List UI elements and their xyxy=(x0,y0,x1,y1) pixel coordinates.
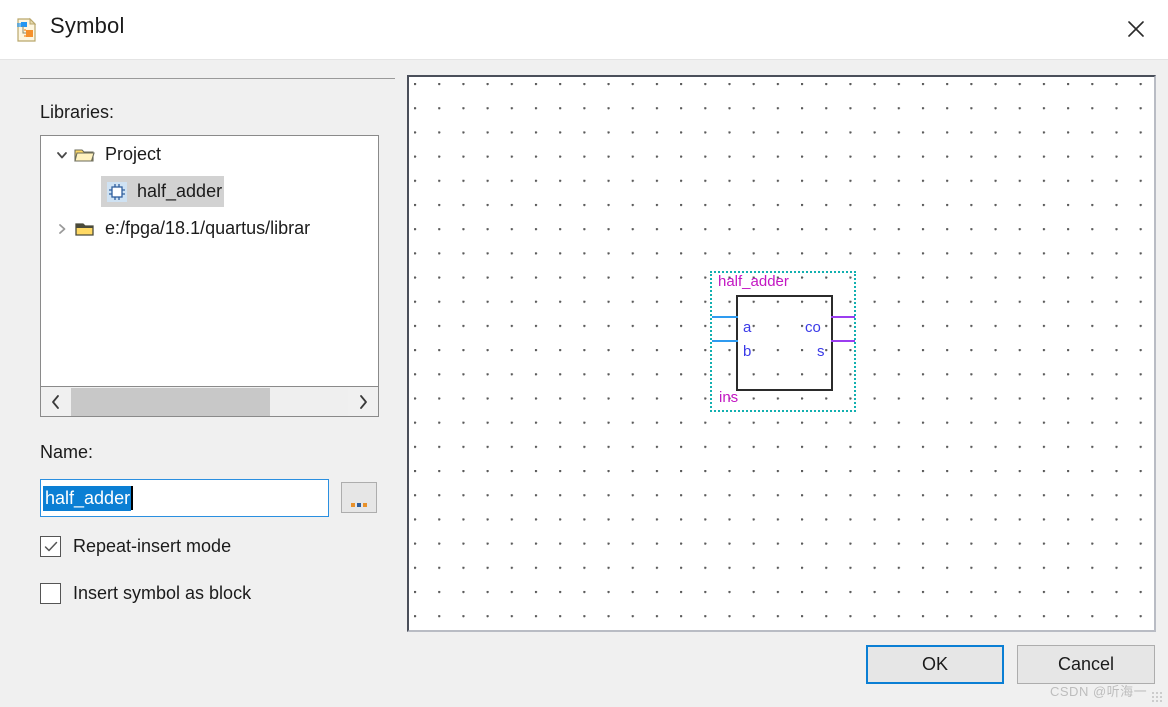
ok-button-label: OK xyxy=(921,654,948,674)
chevron-right-icon[interactable] xyxy=(51,218,73,240)
symbol-name-label: half_adder xyxy=(718,273,789,290)
title-bar: Symbol xyxy=(0,0,1168,60)
scrollbar-track[interactable] xyxy=(71,387,348,416)
tree-item-half-adder[interactable]: half_adder xyxy=(41,173,378,210)
cancel-button[interactable]: Cancel xyxy=(1017,645,1155,684)
checkbox-box[interactable] xyxy=(40,583,61,604)
cancel-button-label: Cancel xyxy=(1057,654,1115,674)
input-wire-b xyxy=(712,340,738,342)
page-title: Symbol xyxy=(50,13,125,38)
libraries-tree[interactable]: Project half_adder e:/fpga/18.1/quartus/… xyxy=(40,135,379,387)
close-icon[interactable] xyxy=(1112,6,1160,52)
ok-button[interactable]: OK xyxy=(866,645,1004,684)
tree-horizontal-scrollbar[interactable] xyxy=(40,387,379,417)
symbol-chip-icon xyxy=(105,181,129,202)
browse-dot-icon xyxy=(363,503,367,507)
text-caret xyxy=(131,486,134,510)
input-wire-a xyxy=(712,316,738,318)
pin-label-s: s xyxy=(817,343,825,360)
instance-name-label: ins xyxy=(719,389,739,406)
checkbox-label: Repeat-insert mode xyxy=(73,536,232,556)
scrollbar-thumb[interactable] xyxy=(71,387,271,416)
tree-item-project[interactable]: Project xyxy=(41,136,378,173)
checkbox-box[interactable] xyxy=(40,536,61,557)
open-folder-icon xyxy=(73,145,97,165)
tree-item-label: e:/fpga/18.1/quartus/librar xyxy=(105,218,311,238)
titlebar-divider xyxy=(0,59,1168,60)
browse-button[interactable] xyxy=(341,482,377,513)
output-wire-s xyxy=(831,340,855,342)
symbol-dialog: Symbol Libraries: Project half_adder e:/… xyxy=(0,0,1168,707)
libraries-label: Libraries: xyxy=(40,102,115,122)
browse-dot-icon xyxy=(351,503,355,507)
pin-label-a: a xyxy=(743,319,752,336)
watermark: CSDN @听海一 xyxy=(1050,684,1148,699)
tree-item-library-path[interactable]: e:/fpga/18.1/quartus/librar xyxy=(41,210,378,247)
scroll-left-arrow-icon[interactable] xyxy=(41,388,71,416)
watermark-corner-dots xyxy=(1152,692,1162,702)
output-wire-co xyxy=(831,316,855,318)
closed-folder-icon xyxy=(73,219,97,239)
name-label: Name: xyxy=(40,442,94,462)
tree-item-label: half_adder xyxy=(137,181,223,201)
tree-item-label: Project xyxy=(105,144,162,164)
pin-label-co: co xyxy=(805,319,821,336)
checkbox-label: Insert symbol as block xyxy=(73,583,252,603)
scroll-right-arrow-icon[interactable] xyxy=(348,388,378,416)
chevron-down-icon[interactable] xyxy=(51,144,73,166)
repeat-insert-mode-checkbox[interactable]: Repeat-insert mode xyxy=(40,536,231,557)
browse-dot-icon xyxy=(357,503,361,507)
symbol-preview-canvas[interactable]: half_adder a b co s ins xyxy=(407,75,1156,632)
group-divider xyxy=(20,78,395,79)
pin-label-b: b xyxy=(743,343,752,360)
check-icon xyxy=(44,541,57,551)
insert-symbol-as-block-checkbox[interactable]: Insert symbol as block xyxy=(40,583,251,604)
half-adder-symbol[interactable]: half_adder a b co s ins xyxy=(710,271,856,412)
name-input[interactable]: half_adder xyxy=(40,479,329,517)
name-input-value: half_adder xyxy=(43,485,132,511)
symbol-document-icon xyxy=(14,17,40,43)
